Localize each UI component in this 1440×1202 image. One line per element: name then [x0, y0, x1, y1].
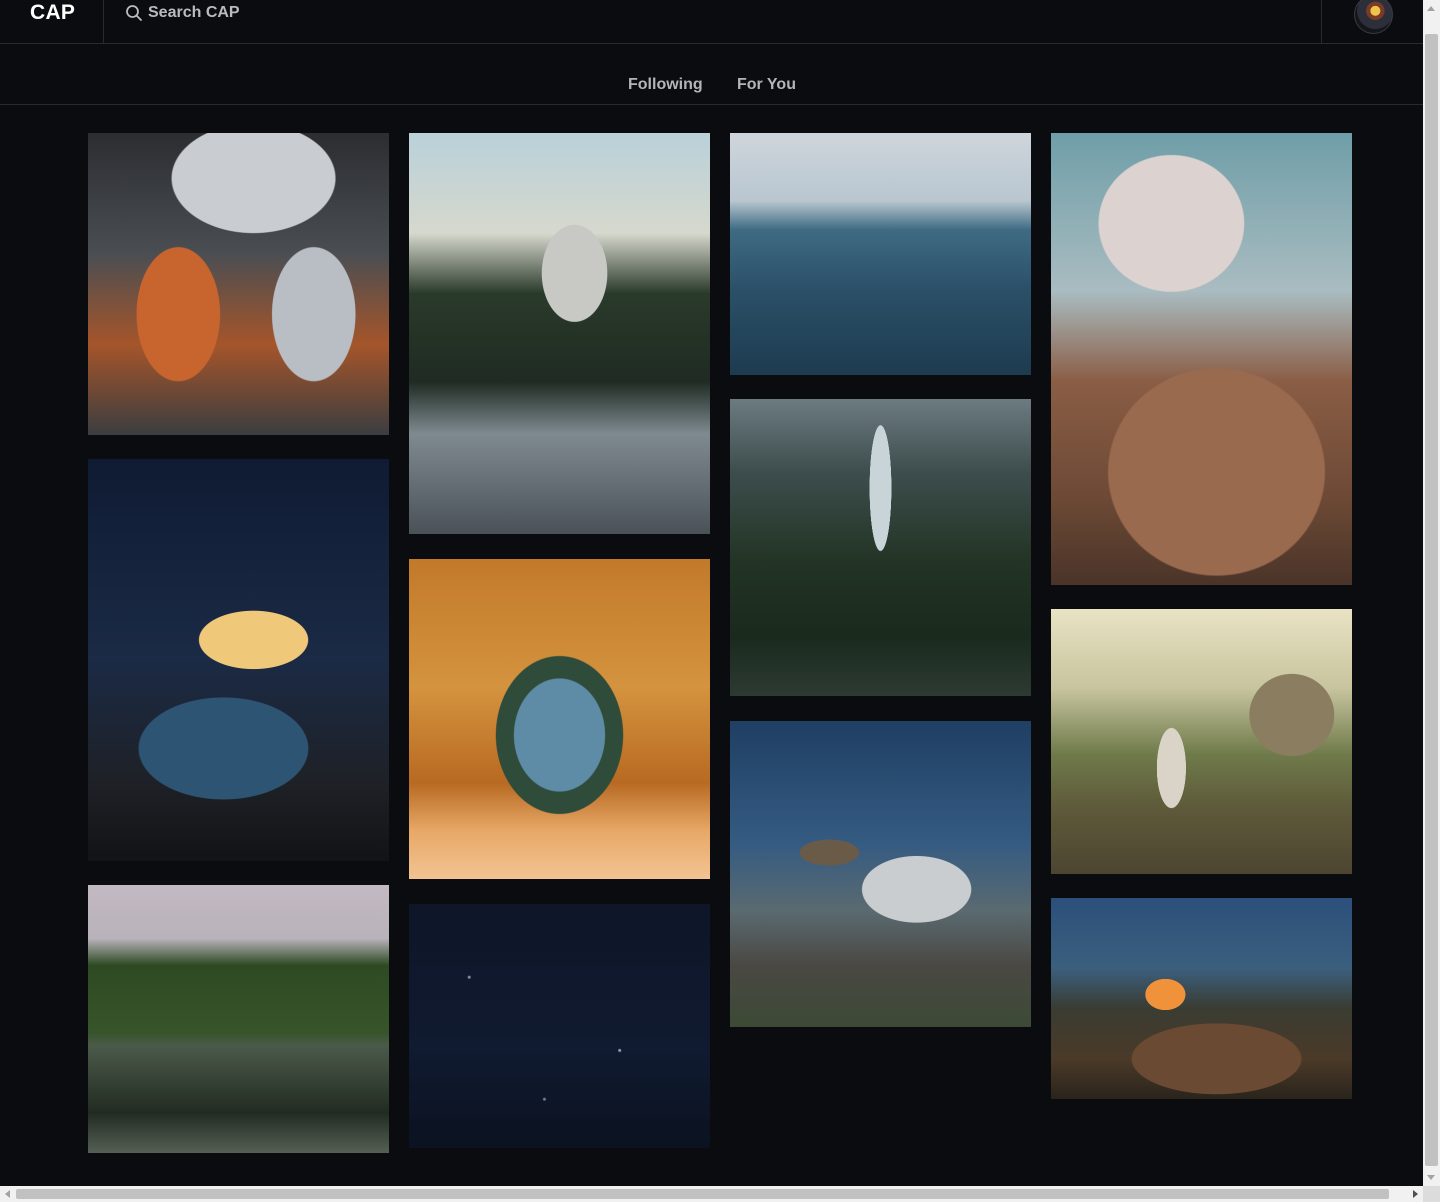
search-icon	[126, 5, 142, 21]
scroll-left-arrow-icon[interactable]	[5, 1190, 10, 1198]
vertical-scrollbar[interactable]	[1423, 0, 1440, 1186]
search-bar[interactable]	[105, 0, 1321, 43]
horizontal-scroll-thumb[interactable]	[16, 1189, 1389, 1199]
search-input[interactable]	[148, 0, 848, 26]
photo-card-trailer[interactable]	[730, 721, 1031, 1027]
vertical-scroll-thumb[interactable]	[1425, 34, 1438, 1166]
photo-card-sleeping-bag[interactable]	[88, 133, 389, 435]
profile-area	[1321, 0, 1423, 43]
logo[interactable]: CAP	[0, 0, 104, 43]
tab-following[interactable]: Following	[628, 76, 703, 94]
avatar[interactable]	[1354, 0, 1393, 34]
photo-card-ocean[interactable]	[730, 133, 1031, 375]
photo-card-starry-sky[interactable]	[409, 904, 710, 1148]
photo-card-river-valley[interactable]	[409, 133, 710, 534]
photo-card-hiker-rocks[interactable]	[1051, 133, 1352, 585]
photo-card-tent-view[interactable]	[409, 559, 710, 879]
logo-text[interactable]: CAP	[30, 1, 75, 25]
tab-for-you[interactable]: For You	[737, 76, 796, 94]
photo-card-camper-van[interactable]	[88, 459, 389, 861]
top-bar: CAP	[0, 0, 1423, 44]
scroll-down-arrow-icon[interactable]	[1427, 1175, 1435, 1180]
horizontal-scrollbar[interactable]	[0, 1186, 1423, 1202]
scroll-right-arrow-icon[interactable]	[1413, 1190, 1418, 1198]
photo-card-friends-campfire[interactable]	[1051, 898, 1352, 1099]
scrollbar-corner	[1423, 1186, 1440, 1202]
photo-card-campfire-tent[interactable]	[1051, 609, 1352, 874]
photo-card-canoe-lake[interactable]	[88, 885, 389, 1153]
feed-tabs: Following For You	[0, 44, 1423, 105]
scroll-up-arrow-icon[interactable]	[1427, 6, 1435, 11]
photo-card-waterfall[interactable]	[730, 399, 1031, 696]
